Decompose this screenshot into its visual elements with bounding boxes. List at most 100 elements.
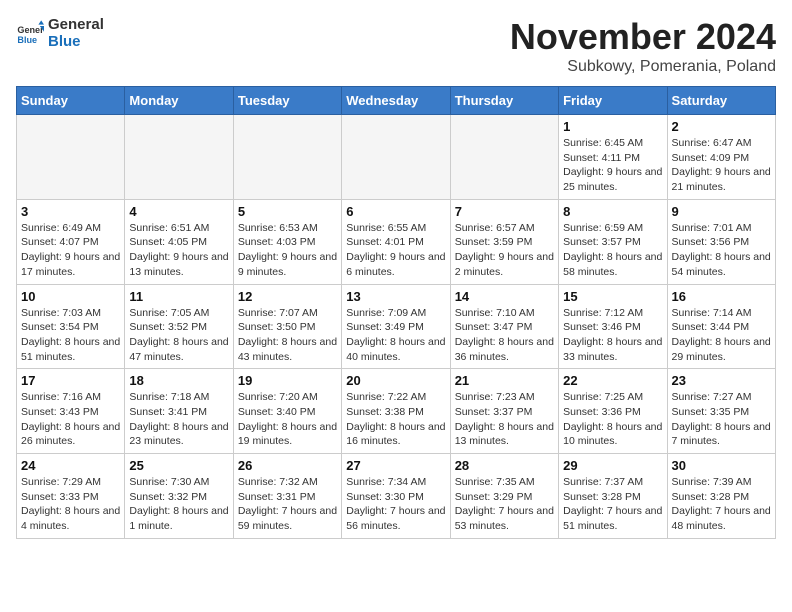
day-number: 16 (672, 289, 771, 304)
day-number: 21 (455, 373, 554, 388)
day-info: Sunrise: 7:30 AMSunset: 3:32 PMDaylight:… (129, 475, 228, 534)
svg-text:Blue: Blue (17, 35, 37, 45)
calendar: SundayMondayTuesdayWednesdayThursdayFrid… (16, 86, 776, 539)
calendar-cell: 21 Sunrise: 7:23 AMSunset: 3:37 PMDayligh… (450, 369, 558, 454)
header-wednesday: Wednesday (342, 87, 450, 115)
day-number: 30 (672, 458, 771, 473)
day-number: 4 (129, 204, 228, 219)
header-saturday: Saturday (667, 87, 775, 115)
calendar-cell: 30 Sunrise: 7:39 AMSunset: 3:28 PMDayligh… (667, 454, 775, 539)
header-thursday: Thursday (450, 87, 558, 115)
calendar-cell: 29Sunrise: 7:37 AMSunset: 3:28 PMDayligh… (559, 454, 667, 539)
title-section: November 2024 Subkowy, Pomerania, Poland (510, 16, 776, 76)
day-info: Sunrise: 7:23 AMSunset: 3:37 PMDaylight:… (455, 390, 554, 449)
calendar-cell: 14 Sunrise: 7:10 AMSunset: 3:47 PMDayligh… (450, 284, 558, 369)
calendar-cell: 27 Sunrise: 7:34 AMSunset: 3:30 PMDayligh… (342, 454, 450, 539)
day-number: 10 (21, 289, 120, 304)
calendar-cell: 6 Sunrise: 6:55 AMSunset: 4:01 PMDaylight… (342, 199, 450, 284)
day-number: 7 (455, 204, 554, 219)
calendar-cell: 28 Sunrise: 7:35 AMSunset: 3:29 PMDayligh… (450, 454, 558, 539)
day-number: 3 (21, 204, 120, 219)
calendar-cell (342, 115, 450, 200)
day-number: 25 (129, 458, 228, 473)
calendar-week-5: 24Sunrise: 7:29 AMSunset: 3:33 PMDayligh… (17, 454, 776, 539)
day-number: 19 (238, 373, 337, 388)
day-info: Sunrise: 6:49 AMSunset: 4:07 PMDaylight:… (21, 221, 120, 280)
calendar-cell: 11Sunrise: 7:05 AMSunset: 3:52 PMDayligh… (125, 284, 233, 369)
subtitle: Subkowy, Pomerania, Poland (510, 58, 776, 76)
day-info: Sunrise: 7:22 AMSunset: 3:38 PMDaylight:… (346, 390, 445, 449)
day-number: 27 (346, 458, 445, 473)
calendar-cell: 19Sunrise: 7:20 AMSunset: 3:40 PMDayligh… (233, 369, 341, 454)
day-info: Sunrise: 7:10 AMSunset: 3:47 PMDaylight:… (455, 306, 554, 365)
day-number: 5 (238, 204, 337, 219)
calendar-cell: 22Sunrise: 7:25 AMSunset: 3:36 PMDayligh… (559, 369, 667, 454)
header-sunday: Sunday (17, 87, 125, 115)
day-number: 15 (563, 289, 662, 304)
calendar-cell: 4 Sunrise: 6:51 AMSunset: 4:05 PMDaylight… (125, 199, 233, 284)
day-info: Sunrise: 6:51 AMSunset: 4:05 PMDaylight:… (129, 221, 228, 280)
day-number: 26 (238, 458, 337, 473)
calendar-cell: 8Sunrise: 6:59 AMSunset: 3:57 PMDaylight… (559, 199, 667, 284)
day-info: Sunrise: 7:25 AMSunset: 3:36 PMDaylight:… (563, 390, 662, 449)
day-info: Sunrise: 6:55 AMSunset: 4:01 PMDaylight:… (346, 221, 445, 280)
day-number: 20 (346, 373, 445, 388)
day-info: Sunrise: 7:03 AMSunset: 3:54 PMDaylight:… (21, 306, 120, 365)
day-info: Sunrise: 7:07 AMSunset: 3:50 PMDaylight:… (238, 306, 337, 365)
calendar-cell: 13 Sunrise: 7:09 AMSunset: 3:49 PMDayligh… (342, 284, 450, 369)
day-info: Sunrise: 7:37 AMSunset: 3:28 PMDaylight:… (563, 475, 662, 534)
calendar-cell (125, 115, 233, 200)
day-info: Sunrise: 7:14 AMSunset: 3:44 PMDaylight:… (672, 306, 771, 365)
day-info: Sunrise: 6:59 AMSunset: 3:57 PMDaylight:… (563, 221, 662, 280)
calendar-week-4: 17Sunrise: 7:16 AMSunset: 3:43 PMDayligh… (17, 369, 776, 454)
logo-icon: General Blue (16, 19, 44, 47)
calendar-header-row: SundayMondayTuesdayWednesdayThursdayFrid… (17, 87, 776, 115)
calendar-week-2: 3 Sunrise: 6:49 AMSunset: 4:07 PMDaylight… (17, 199, 776, 284)
calendar-cell: 23Sunrise: 7:27 AMSunset: 3:35 PMDayligh… (667, 369, 775, 454)
calendar-cell: 20 Sunrise: 7:22 AMSunset: 3:38 PMDayligh… (342, 369, 450, 454)
day-info: Sunrise: 7:34 AMSunset: 3:30 PMDaylight:… (346, 475, 445, 534)
day-number: 12 (238, 289, 337, 304)
day-info: Sunrise: 7:27 AMSunset: 3:35 PMDaylight:… (672, 390, 771, 449)
day-info: Sunrise: 7:09 AMSunset: 3:49 PMDaylight:… (346, 306, 445, 365)
day-info: Sunrise: 7:39 AMSunset: 3:28 PMDaylight:… (672, 475, 771, 534)
calendar-cell: 16 Sunrise: 7:14 AMSunset: 3:44 PMDayligh… (667, 284, 775, 369)
day-info: Sunrise: 7:16 AMSunset: 3:43 PMDaylight:… (21, 390, 120, 449)
day-info: Sunrise: 6:45 AMSunset: 4:11 PMDaylight:… (563, 136, 662, 195)
calendar-cell: 10 Sunrise: 7:03 AMSunset: 3:54 PMDayligh… (17, 284, 125, 369)
day-number: 2 (672, 119, 771, 134)
calendar-cell: 17Sunrise: 7:16 AMSunset: 3:43 PMDayligh… (17, 369, 125, 454)
calendar-cell (17, 115, 125, 200)
calendar-cell: 7 Sunrise: 6:57 AMSunset: 3:59 PMDaylight… (450, 199, 558, 284)
header-tuesday: Tuesday (233, 87, 341, 115)
calendar-cell: 2 Sunrise: 6:47 AMSunset: 4:09 PMDaylight… (667, 115, 775, 200)
calendar-cell: 3 Sunrise: 6:49 AMSunset: 4:07 PMDaylight… (17, 199, 125, 284)
calendar-cell: 5Sunrise: 6:53 AMSunset: 4:03 PMDaylight… (233, 199, 341, 284)
day-info: Sunrise: 7:35 AMSunset: 3:29 PMDaylight:… (455, 475, 554, 534)
header-friday: Friday (559, 87, 667, 115)
month-title: November 2024 (510, 16, 776, 58)
day-number: 24 (21, 458, 120, 473)
logo-blue-text: Blue (48, 33, 104, 50)
logo-general-text: General (48, 16, 104, 33)
day-info: Sunrise: 6:57 AMSunset: 3:59 PMDaylight:… (455, 221, 554, 280)
calendar-cell (450, 115, 558, 200)
calendar-cell: 15Sunrise: 7:12 AMSunset: 3:46 PMDayligh… (559, 284, 667, 369)
day-info: Sunrise: 6:47 AMSunset: 4:09 PMDaylight:… (672, 136, 771, 195)
day-number: 28 (455, 458, 554, 473)
day-info: Sunrise: 7:18 AMSunset: 3:41 PMDaylight:… (129, 390, 228, 449)
calendar-cell: 12 Sunrise: 7:07 AMSunset: 3:50 PMDayligh… (233, 284, 341, 369)
calendar-cell: 1 Sunrise: 6:45 AMSunset: 4:11 PMDaylight… (559, 115, 667, 200)
day-number: 13 (346, 289, 445, 304)
svg-text:General: General (17, 25, 44, 35)
logo: General Blue General Blue (16, 16, 104, 50)
day-number: 1 (563, 119, 662, 134)
day-info: Sunrise: 7:01 AMSunset: 3:56 PMDaylight:… (672, 221, 771, 280)
calendar-cell: 18Sunrise: 7:18 AMSunset: 3:41 PMDayligh… (125, 369, 233, 454)
day-number: 6 (346, 204, 445, 219)
day-number: 9 (672, 204, 771, 219)
day-number: 14 (455, 289, 554, 304)
day-info: Sunrise: 7:05 AMSunset: 3:52 PMDaylight:… (129, 306, 228, 365)
calendar-cell: 25 Sunrise: 7:30 AMSunset: 3:32 PMDayligh… (125, 454, 233, 539)
day-info: Sunrise: 7:32 AMSunset: 3:31 PMDaylight:… (238, 475, 337, 534)
